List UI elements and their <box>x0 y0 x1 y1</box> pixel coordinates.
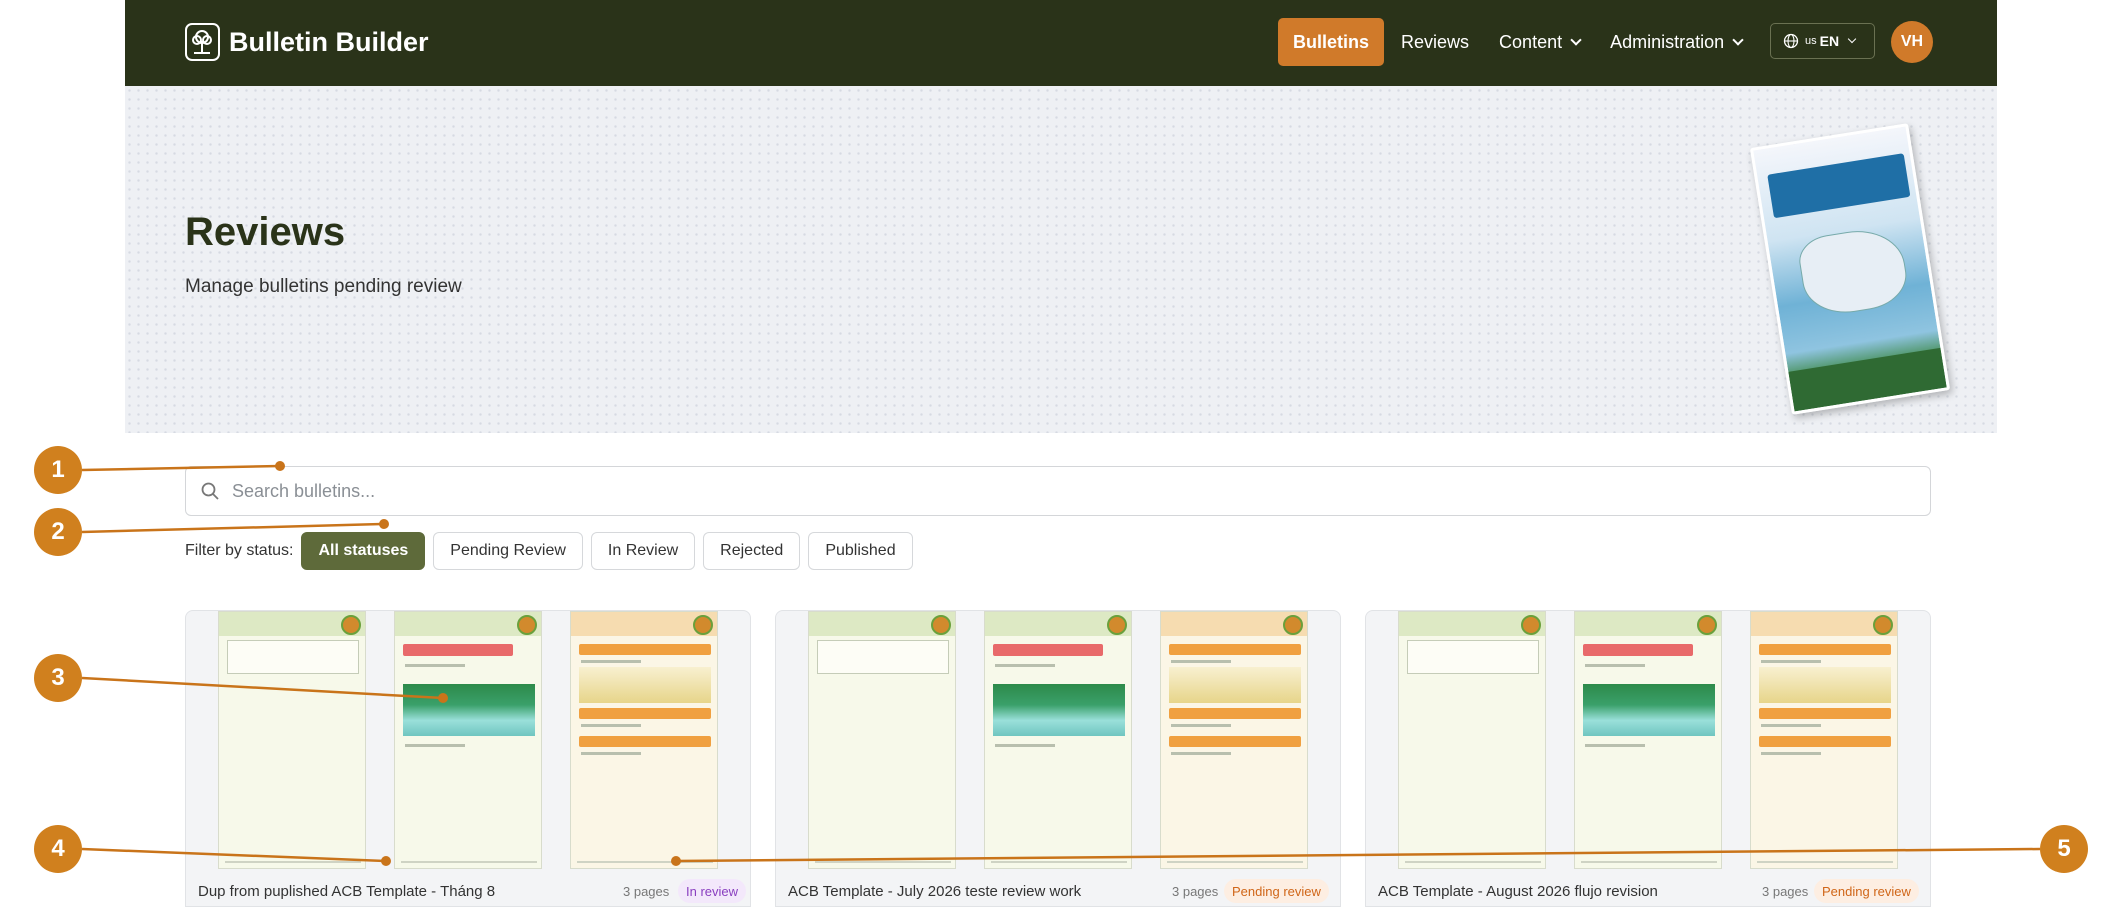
user-avatar[interactable]: VH <box>1891 21 1933 63</box>
page-preview <box>1574 611 1722 869</box>
nav-links: Bulletins Reviews Content Administration <box>1278 18 1757 66</box>
nav-administration-label: Administration <box>1610 31 1725 52</box>
language-code: EN <box>1819 33 1840 49</box>
hero-banner: Reviews Manage bulletins pending review <box>125 86 1997 433</box>
bulletin-card[interactable]: ACB Template - August 2026 flujo revisio… <box>1365 610 1931 907</box>
filter-rejected[interactable]: Rejected <box>703 532 801 570</box>
search-icon <box>200 481 220 501</box>
page-preview <box>218 611 366 869</box>
chevron-down-icon <box>1570 33 1582 46</box>
tree-logo-icon <box>185 23 220 61</box>
callout-badge: 2 <box>34 508 82 556</box>
filter-in-review[interactable]: In Review <box>590 532 696 570</box>
page-title: Reviews <box>185 210 346 254</box>
callout-badge: 5 <box>2040 825 2088 873</box>
page-preview <box>1750 611 1898 869</box>
page-subtitle: Manage bulletins pending review <box>185 276 462 297</box>
app-frame: Bulletin Builder Bulletins Reviews Conte… <box>0 0 2121 907</box>
bulletin-card[interactable]: Dup from puplished ACB Template - Tháng … <box>185 610 751 907</box>
brand[interactable]: Bulletin Builder <box>185 22 429 62</box>
globe-icon <box>1783 33 1799 49</box>
status-badge: Pending review <box>1814 879 1919 903</box>
illustration-landscape <box>1788 347 1947 412</box>
card-page-count: 3 pages <box>623 884 670 899</box>
callout-badge: 1 <box>34 446 82 494</box>
status-badge: Pending review <box>1224 879 1329 903</box>
card-page-count: 3 pages <box>1762 884 1809 899</box>
nav-content-label: Content <box>1499 31 1563 52</box>
page-previews <box>1366 611 1930 869</box>
page-preview <box>984 611 1132 869</box>
nav-administration-dropdown[interactable]: Administration <box>1595 18 1757 66</box>
filter-pending-review[interactable]: Pending Review <box>433 532 583 570</box>
illustration-map <box>1795 223 1912 320</box>
bulletin-card[interactable]: ACB Template - July 2026 teste review wo… <box>775 610 1341 907</box>
nav-reviews[interactable]: Reviews <box>1386 18 1484 66</box>
filter-label: Filter by status: <box>185 542 294 559</box>
card-title: ACB Template - August 2026 flujo revisio… <box>1378 883 1658 900</box>
callout-badge: 3 <box>34 654 82 702</box>
card-title: ACB Template - July 2026 teste review wo… <box>788 883 1082 900</box>
callout-badge: 4 <box>34 825 82 873</box>
brand-name: Bulletin Builder <box>229 26 429 57</box>
status-filter: Filter by status: All statuses Pending R… <box>185 532 921 570</box>
nav-content-dropdown[interactable]: Content <box>1484 18 1595 66</box>
page-previews <box>186 611 750 869</box>
chevron-down-icon <box>1847 34 1857 43</box>
bulletin-illustration <box>1749 123 1951 415</box>
page-preview <box>1160 611 1308 869</box>
nav-bulletins[interactable]: Bulletins <box>1278 18 1385 66</box>
card-page-count: 3 pages <box>1172 884 1219 899</box>
filter-all-statuses[interactable]: All statuses <box>301 532 426 570</box>
filter-published[interactable]: Published <box>808 532 913 570</box>
page-preview <box>570 611 718 869</box>
search-input[interactable] <box>232 480 1832 502</box>
language-selector[interactable]: us EN <box>1770 23 1875 59</box>
page-preview <box>808 611 956 869</box>
card-title: Dup from puplished ACB Template - Tháng … <box>198 883 496 900</box>
flag-label: us <box>1805 35 1817 47</box>
page-preview <box>1398 611 1546 869</box>
chevron-down-icon <box>1732 33 1744 46</box>
illustration-header <box>1767 153 1911 219</box>
search-bar <box>185 466 1931 516</box>
top-navbar: Bulletin Builder Bulletins Reviews Conte… <box>125 0 1997 86</box>
page-previews <box>776 611 1340 869</box>
status-badge: In review <box>678 879 747 903</box>
page-preview <box>394 611 542 869</box>
